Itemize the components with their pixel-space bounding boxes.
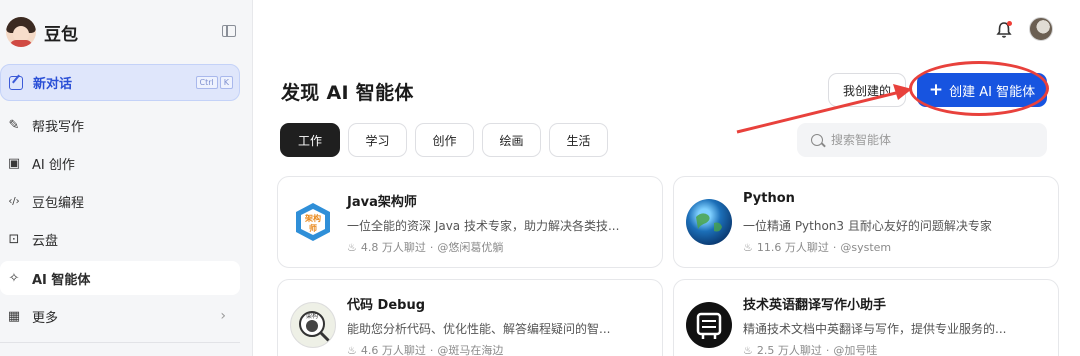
java-architect-icon: 架构 师 [290, 199, 336, 245]
agent-description: 精通技术文档中英翻译与写作，提供专业服务的... [743, 322, 1007, 336]
sparkle-icon: ✧ [8, 270, 20, 286]
sidebar-item-label: 更多 [32, 310, 59, 326]
brand-name: 豆包 [44, 24, 78, 45]
document-robot-icon [686, 302, 732, 348]
sidebar-item-writing[interactable]: ✎ 帮我写作 [0, 108, 240, 142]
agent-card[interactable]: 技术英语翻译写作小助手 精通技术文档中英翻译与写作，提供专业服务的... ♨ 2… [673, 279, 1059, 356]
shortcut-key-ctrl: Ctrl [195, 76, 218, 89]
sidebar-item-more[interactable]: ▦ 更多 › [0, 299, 240, 333]
tab-draw[interactable]: 绘画 [482, 123, 541, 157]
sidebar-item-label: 云盘 [32, 233, 59, 249]
sidebar-item-cloud[interactable]: ⊡ 云盘 [0, 222, 240, 256]
svg-text:师: 师 [309, 223, 317, 233]
tab-life[interactable]: 生活 [549, 123, 608, 157]
image-create-icon: ▣ [7, 155, 21, 171]
my-created-button[interactable]: 我创建的 [828, 73, 906, 107]
brand-avatar [6, 17, 36, 47]
agent-name: Python [743, 191, 795, 206]
chat-count: 11.6 万人聊过 [756, 241, 829, 254]
notification-dot [1007, 21, 1012, 26]
agent-description: 一位全能的资深 Java 技术专家，助力解决各类技... [347, 219, 620, 233]
pen-sparkle-icon: ✎ [8, 117, 20, 133]
tab-study[interactable]: 学习 [348, 123, 407, 157]
tab-create[interactable]: 创作 [415, 123, 474, 157]
bell-icon[interactable] [996, 21, 1012, 39]
search-input[interactable] [831, 133, 1031, 147]
sidebar-item-label: 豆包编程 [32, 195, 85, 211]
shortcut-key-k: K [219, 76, 233, 89]
flame-icon: ♨ [347, 343, 357, 356]
page-title: 发现 AI 智能体 [281, 82, 414, 104]
agent-description: 能助您分析代码、优化性能、解答编程疑问的智... [347, 322, 611, 336]
meta-separator: · [429, 240, 434, 254]
sidebar: 豆包 新对话 Ctrl K ✎ 帮我写作 ▣ AI 创作 ‹/› 豆包编程 ⊡ … [0, 0, 253, 356]
agent-meta: ♨ 2.5 万人聊过 · @加号哇 [743, 342, 877, 356]
meta-separator: · [825, 343, 830, 356]
sidebar-item-label: AI 创作 [32, 157, 75, 173]
agent-card[interactable]: Python 一位精通 Python3 且耐心友好的问题解决专家 ♨ 11.6 … [673, 176, 1059, 268]
sidebar-item-label: AI 智能体 [32, 272, 91, 288]
flame-icon: ♨ [347, 240, 357, 254]
chat-count: 4.6 万人聊过 [360, 344, 426, 356]
tab-work[interactable]: 工作 [280, 123, 340, 157]
chevron-right-icon: › [220, 308, 226, 324]
sidebar-item-ai-create[interactable]: ▣ AI 创作 [0, 146, 240, 180]
cloud-drive-icon: ⊡ [8, 231, 20, 247]
debug-magnifier-icon: 架构 [290, 302, 336, 348]
agent-author: @悠闲葛优躺 [437, 241, 504, 254]
python-globe-icon [686, 199, 732, 245]
agent-card[interactable]: 架构 师 Java架构师 一位全能的资深 Java 技术专家，助力解决各类技..… [277, 176, 663, 268]
brand[interactable]: 豆包 [6, 14, 246, 50]
agent-author: @system [840, 240, 892, 254]
agent-card[interactable]: 架构 代码 Debug 能助您分析代码、优化性能、解答编程疑问的智... ♨ 4… [277, 279, 663, 356]
search-box[interactable] [797, 123, 1047, 157]
agent-meta: ♨ 11.6 万人聊过 · @system [743, 239, 891, 255]
chat-count: 2.5 万人聊过 [756, 344, 822, 356]
chat-count: 4.8 万人聊过 [360, 241, 426, 254]
user-avatar[interactable] [1029, 17, 1053, 41]
agent-author: @加号哇 [833, 344, 878, 356]
flame-icon: ♨ [743, 343, 753, 356]
meta-separator: · [832, 240, 837, 254]
agent-name: 技术英语翻译写作小助手 [743, 298, 887, 313]
grid-more-icon: ▦ [7, 308, 21, 324]
edit-icon [9, 75, 23, 90]
sidebar-item-agents[interactable]: ✧ AI 智能体 [0, 261, 240, 295]
new-chat-button[interactable]: 新对话 Ctrl K [0, 64, 240, 101]
agent-name: 代码 Debug [347, 298, 426, 313]
annotation-ellipse [909, 61, 1049, 116]
code-icon: ‹/› [8, 195, 20, 207]
sidebar-item-label: 帮我写作 [32, 119, 85, 135]
meta-separator: · [429, 343, 434, 356]
svg-text:架构: 架构 [306, 312, 318, 320]
agent-name: Java架构师 [347, 195, 417, 210]
shortcut-hint: Ctrl K [195, 76, 233, 89]
svg-text:架构: 架构 [304, 213, 321, 223]
flame-icon: ♨ [743, 240, 753, 254]
sidebar-toggle-icon[interactable] [222, 25, 236, 37]
agent-author: @斑马在海边 [437, 344, 504, 356]
agent-meta: ♨ 4.6 万人聊过 · @斑马在海边 [347, 342, 503, 356]
sidebar-item-coding[interactable]: ‹/› 豆包编程 [0, 184, 240, 218]
agent-meta: ♨ 4.8 万人聊过 · @悠闲葛优躺 [347, 239, 503, 255]
search-icon [811, 134, 823, 146]
agent-description: 一位精通 Python3 且耐心友好的问题解决专家 [743, 219, 992, 233]
divider [0, 342, 240, 343]
new-chat-label: 新对话 [33, 77, 73, 92]
